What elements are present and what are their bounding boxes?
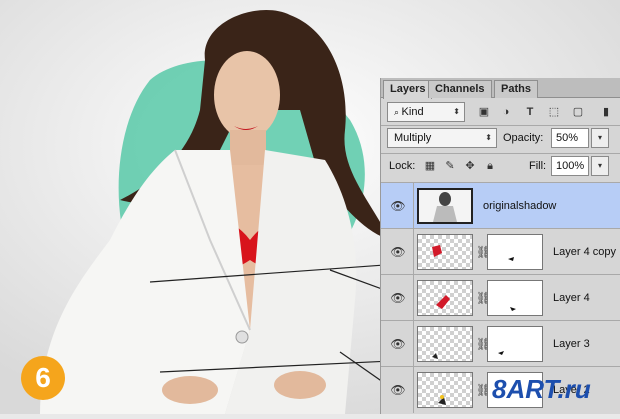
blend-row: Multiply ⬍ Opacity: 50% ▾ bbox=[381, 127, 620, 151]
layer-thumbnail bbox=[417, 234, 473, 270]
fill-label: Fill: bbox=[529, 160, 547, 172]
tab-layers[interactable]: Layers bbox=[383, 80, 433, 99]
thumbnail-image bbox=[432, 353, 438, 359]
type-filter-icon[interactable]: T bbox=[523, 105, 537, 119]
link-chain-icon[interactable]: ⛓︎ bbox=[476, 381, 491, 399]
face bbox=[214, 51, 280, 139]
tab-channels[interactable]: Channels bbox=[428, 80, 492, 98]
blend-mode-select[interactable]: Multiply ⬍ bbox=[387, 128, 497, 148]
lock-label: Lock: bbox=[389, 160, 416, 172]
visibility-eye-icon[interactable]: 👁︎ bbox=[389, 197, 407, 215]
jacket-button bbox=[235, 330, 249, 344]
layer-name: Layer 4 copy bbox=[553, 246, 616, 258]
lock-position-move-icon[interactable]: ✥ bbox=[463, 159, 477, 173]
layer-thumbnail bbox=[417, 326, 473, 362]
mask-image bbox=[510, 307, 516, 311]
mask-image bbox=[498, 351, 504, 355]
lock-row: Lock: ▦ ✎ ✥ 🔒︎ Fill: 100% ▾ bbox=[381, 155, 620, 179]
image-filter-icon[interactable]: ▣ bbox=[477, 105, 491, 119]
divider bbox=[413, 183, 414, 229]
filter-row: ⌕ Kind ⬍ ▣ ◑ T ⬚ ▢ ▮ bbox=[381, 100, 620, 124]
lock-pixels-brush-icon[interactable]: ✎ bbox=[443, 159, 457, 173]
panel-tab-bar: Layers Channels Paths bbox=[381, 78, 620, 99]
chevron-down-icon: ▾ bbox=[597, 161, 602, 170]
layer-row-layer-4-copy[interactable]: 👁︎ ⛓︎ Layer 4 copy bbox=[381, 228, 620, 275]
select-arrows-icon: ⬍ bbox=[453, 107, 460, 116]
lock-all-icon[interactable]: 🔒︎ bbox=[483, 159, 497, 173]
opacity-input[interactable]: 50% bbox=[551, 128, 589, 148]
search-icon: ⌕ bbox=[394, 107, 402, 117]
visibility-eye-icon[interactable]: 👁︎ bbox=[389, 289, 407, 307]
thumbnail-image bbox=[419, 190, 471, 222]
kind-filter-select[interactable]: ⌕ Kind ⬍ bbox=[387, 102, 465, 122]
hand-left bbox=[162, 376, 218, 404]
fill-dropdown[interactable]: ▾ bbox=[591, 156, 609, 176]
link-chain-icon[interactable]: ⛓︎ bbox=[476, 335, 491, 353]
layer-thumbnail bbox=[417, 372, 473, 408]
link-chain-icon[interactable]: ⛓︎ bbox=[476, 243, 491, 261]
layer-thumbnail bbox=[417, 188, 473, 224]
layer-name: Layer 3 bbox=[553, 338, 590, 350]
divider bbox=[381, 153, 620, 154]
mask-image bbox=[508, 257, 514, 261]
step-number-badge: 6 bbox=[21, 356, 65, 400]
layer-row-originalshadow[interactable]: 👁︎ originalshadow bbox=[381, 182, 620, 229]
fill-input[interactable]: 100% bbox=[551, 156, 589, 176]
hand-right bbox=[274, 371, 326, 399]
link-chain-icon[interactable]: ⛓︎ bbox=[476, 289, 491, 307]
tab-paths[interactable]: Paths bbox=[494, 80, 538, 98]
divider bbox=[413, 229, 414, 275]
layer-name: Layer 4 bbox=[553, 292, 590, 304]
blend-mode-value: Multiply bbox=[394, 132, 432, 144]
visibility-eye-icon[interactable]: 👁︎ bbox=[389, 335, 407, 353]
opacity-label: Opacity: bbox=[503, 132, 544, 144]
select-arrows-icon: ⬍ bbox=[485, 133, 492, 142]
divider bbox=[413, 367, 414, 413]
smart-object-filter-icon[interactable]: ▢ bbox=[571, 105, 585, 119]
adjustment-filter-icon[interactable]: ◑ bbox=[499, 105, 513, 119]
layer-row-layer-3[interactable]: 👁︎ ⛓︎ Layer 3 bbox=[381, 320, 620, 367]
layer-name: originalshadow bbox=[483, 200, 557, 212]
lock-transparency-icon[interactable]: ▦ bbox=[423, 159, 437, 173]
divider bbox=[381, 125, 620, 126]
visibility-eye-icon[interactable]: 👁︎ bbox=[389, 243, 407, 261]
thumbnail-image bbox=[432, 245, 442, 257]
layer-mask-thumbnail bbox=[487, 234, 543, 270]
divider bbox=[413, 275, 414, 321]
kind-filter-value: Kind bbox=[401, 106, 424, 118]
shape-filter-icon[interactable]: ⬚ bbox=[547, 105, 561, 119]
filter-toggle-icon[interactable]: ▮ bbox=[599, 105, 613, 119]
layer-mask-thumbnail bbox=[487, 280, 543, 316]
layer-thumbnail bbox=[417, 280, 473, 316]
thumbnail-image bbox=[436, 295, 450, 309]
visibility-eye-icon[interactable]: 👁︎ bbox=[389, 381, 407, 399]
layers-panel: Layers Channels Paths ⌕ Kind ⬍ ▣ ◑ T ⬚ ▢… bbox=[380, 78, 620, 414]
thumbnail-image bbox=[438, 395, 446, 405]
opacity-dropdown[interactable]: ▾ bbox=[591, 128, 609, 148]
layer-mask-thumbnail bbox=[487, 326, 543, 362]
watermark-logo: 8ART.ru bbox=[492, 374, 591, 404]
chevron-down-icon: ▾ bbox=[597, 133, 602, 142]
layer-row-layer-4[interactable]: 👁︎ ⛓︎ Layer 4 bbox=[381, 274, 620, 321]
neck bbox=[230, 130, 266, 170]
divider bbox=[413, 321, 414, 367]
